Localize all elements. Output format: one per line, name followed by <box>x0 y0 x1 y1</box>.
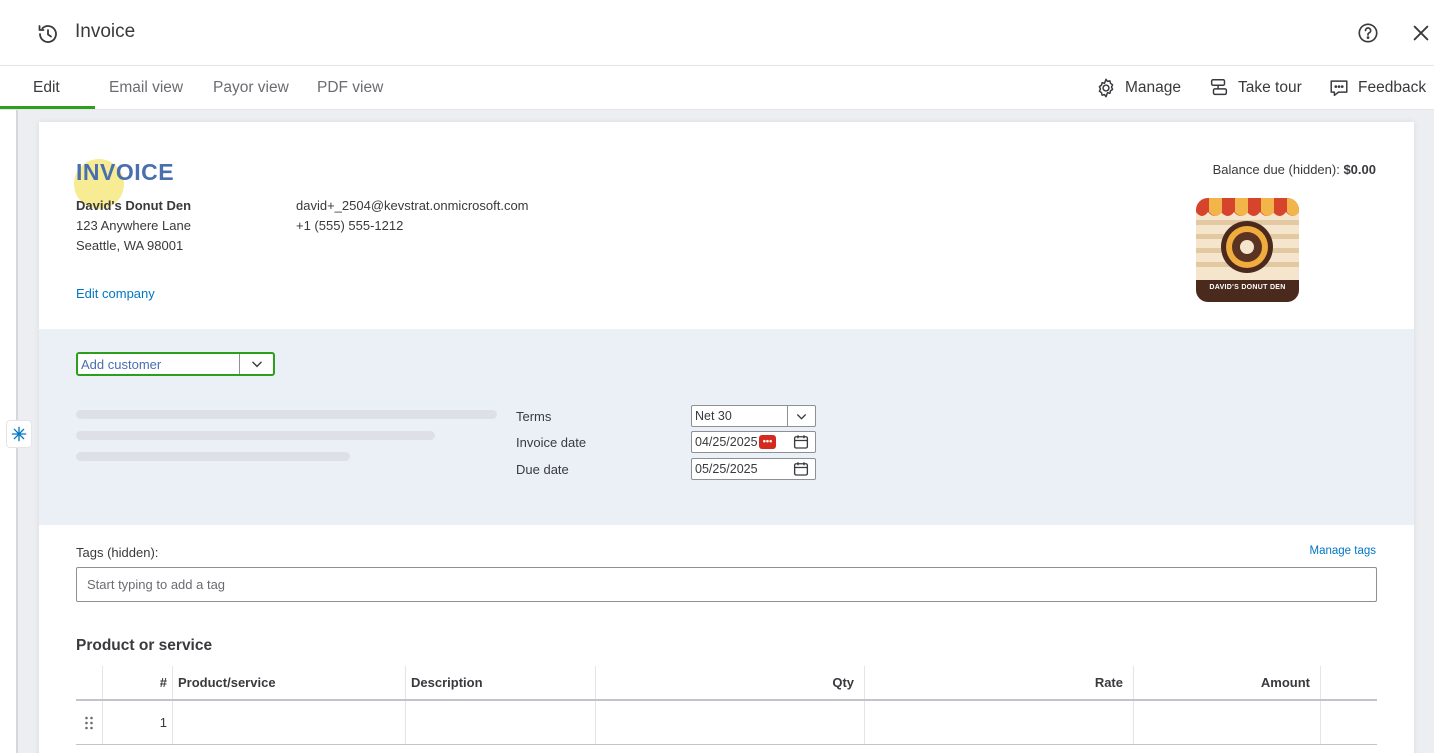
history-icon[interactable] <box>36 22 60 46</box>
password-manager-badge[interactable]: ••• <box>759 435 776 449</box>
view-tabs: Edit Email view Payor view PDF view Mana… <box>0 66 1434 110</box>
close-icon[interactable] <box>1410 22 1432 44</box>
help-icon[interactable] <box>1357 22 1379 44</box>
company-phone: +1 (555) 555-1212 <box>296 218 404 233</box>
tour-icon <box>1210 79 1228 96</box>
tab-edit[interactable]: Edit <box>33 79 60 97</box>
row-number: 1 <box>103 701 173 744</box>
balance-label: Balance due (hidden): <box>1212 162 1340 177</box>
company-email: david+_2504@kevstrat.onmicrosoft.com <box>296 198 529 213</box>
balance-value: $0.00 <box>1343 162 1376 177</box>
invoice-heading: INVOICE <box>76 159 175 185</box>
due-date-field[interactable]: 05/25/2025 <box>691 458 816 480</box>
due-date-picker-button[interactable] <box>787 459 815 479</box>
manage-tags-link[interactable]: Manage tags <box>1310 545 1377 557</box>
column-header-rate[interactable]: Rate <box>865 666 1134 699</box>
company-address-2: Seattle, WA 98001 <box>76 238 184 253</box>
manage-label: Manage <box>1125 79 1182 96</box>
company-contact: david+_2504@kevstrat.onmicrosoft.com +1 … <box>296 196 529 236</box>
take-tour-label: Take tour <box>1238 79 1302 96</box>
terms-select[interactable]: Net 30 <box>691 405 816 427</box>
column-header-amount[interactable]: Amount <box>1134 666 1321 699</box>
product-cell[interactable] <box>173 701 406 744</box>
drag-handle[interactable] <box>76 701 103 744</box>
product-section-title: Product or service <box>76 637 213 654</box>
qty-cell[interactable] <box>596 701 865 744</box>
balance-due: Balance due (hidden): $0.00 <box>1213 162 1376 177</box>
column-header-product[interactable]: Product/service <box>173 666 406 699</box>
product-table: # Product/service Description Qty Rate A… <box>76 666 1377 745</box>
table-row[interactable]: 1 <box>76 701 1377 745</box>
terms-value: Net 30 <box>695 409 732 423</box>
invoice-date-field[interactable]: 04/25/2025 ••• <box>691 431 816 453</box>
column-header-qty[interactable]: Qty <box>596 666 865 699</box>
customer-section: Add customer Terms Net 30 Invoice date 0… <box>39 329 1414 525</box>
description-cell[interactable] <box>406 701 596 744</box>
calendar-icon <box>793 462 809 476</box>
take-tour-button[interactable]: Take tour <box>1208 76 1302 100</box>
edit-company-link[interactable]: Edit company <box>76 286 155 301</box>
invoice-paper: INVOICE David's Donut Den 123 Anywhere L… <box>39 122 1414 753</box>
tags-input[interactable]: Start typing to add a tag <box>76 567 1377 602</box>
customer-select[interactable]: Add customer <box>76 352 275 376</box>
company-logo[interactable]: DAVID'S DONUT DEN <box>1196 198 1299 302</box>
chevron-down-icon <box>797 413 806 420</box>
company-name: David's Donut Den <box>76 198 192 213</box>
tab-pdf-view[interactable]: PDF view <box>317 79 383 97</box>
invoice-date-label: Invoice date <box>516 435 587 450</box>
tab-email-view[interactable]: Email view <box>109 79 183 97</box>
amount-cell[interactable] <box>1134 701 1321 744</box>
feedback-icon <box>1330 80 1348 97</box>
manage-button[interactable]: Manage <box>1095 76 1181 100</box>
column-header-description[interactable]: Description <box>406 666 596 699</box>
customer-placeholder: Add customer <box>81 356 162 372</box>
sparkle-icon <box>11 426 27 442</box>
rate-cell[interactable] <box>865 701 1134 744</box>
logo-text: DAVID'S DONUT DEN <box>1209 284 1286 291</box>
terms-dropdown-button[interactable] <box>787 406 815 426</box>
feedback-button[interactable]: Feedback <box>1328 76 1426 100</box>
due-date-value: 05/25/2025 <box>695 462 758 476</box>
terms-label: Terms <box>516 409 552 424</box>
drag-column-header <box>76 666 103 699</box>
ai-assist-button[interactable] <box>6 420 32 448</box>
column-header-number: # <box>103 666 173 699</box>
tab-payor-view[interactable]: Payor view <box>213 79 289 97</box>
active-tab-indicator <box>0 106 95 109</box>
company-address-1: 123 Anywhere Lane <box>76 218 191 233</box>
gear-icon <box>1098 78 1114 98</box>
calendar-icon <box>793 435 809 449</box>
drag-handle-icon <box>85 716 93 729</box>
loading-skeleton <box>76 431 435 440</box>
tags-label: Tags (hidden): <box>76 545 159 560</box>
invoice-date-picker-button[interactable] <box>787 432 815 452</box>
top-bar: Invoice <box>0 0 1434 66</box>
feedback-label: Feedback <box>1358 79 1427 96</box>
loading-skeleton <box>76 410 497 419</box>
company-info: David's Donut Den 123 Anywhere Lane Seat… <box>76 196 191 256</box>
loading-skeleton <box>76 452 350 461</box>
customer-dropdown-button[interactable] <box>239 354 273 374</box>
chevron-down-icon <box>251 361 262 368</box>
table-header: # Product/service Description Qty Rate A… <box>76 666 1377 701</box>
page-title: Invoice <box>75 21 136 42</box>
due-date-label: Due date <box>516 462 569 477</box>
